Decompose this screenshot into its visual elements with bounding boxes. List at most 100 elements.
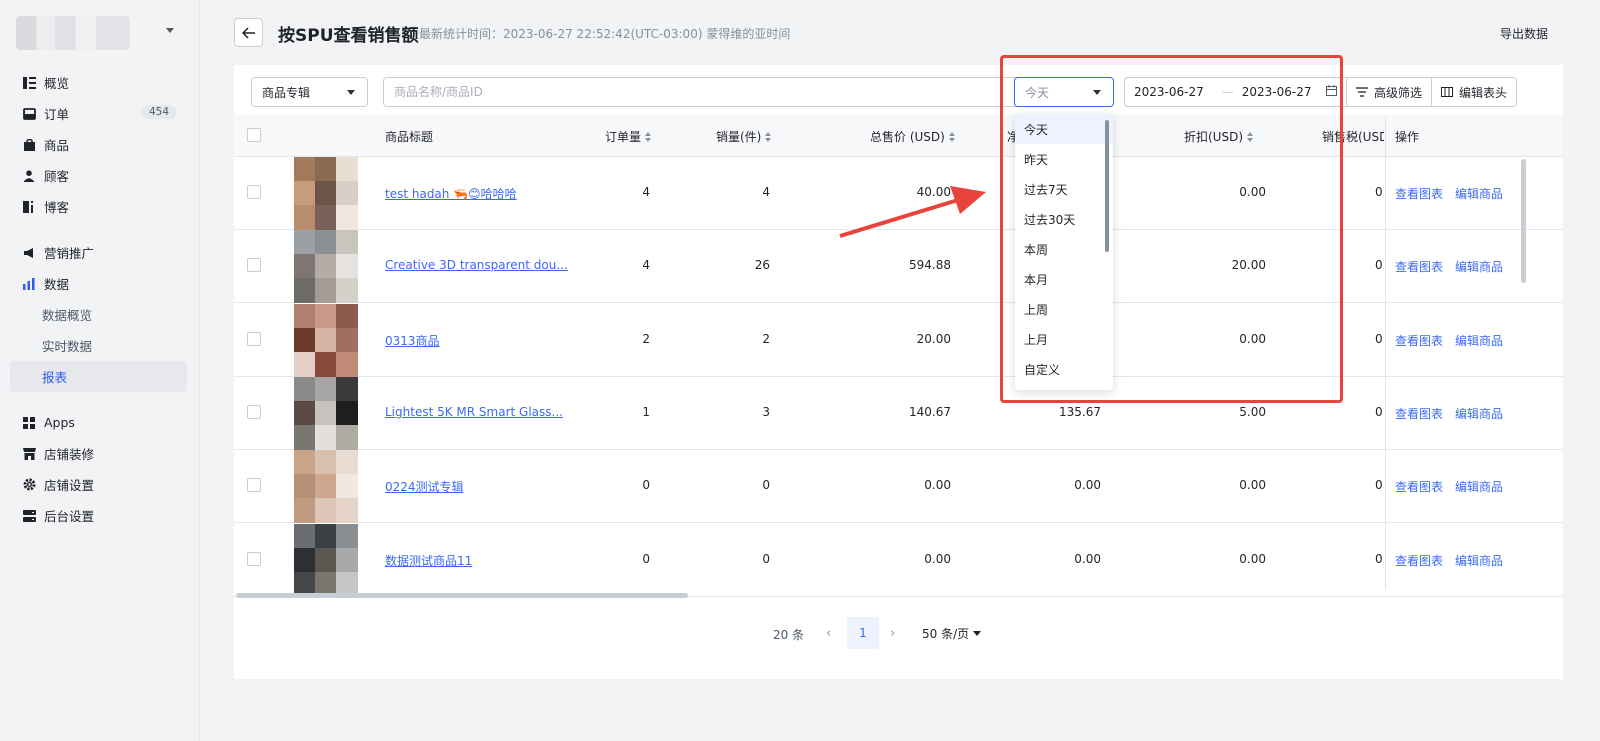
product-title-link[interactable]: 0313商品	[385, 332, 440, 349]
store-switcher[interactable]	[16, 16, 186, 50]
chevron-left-icon[interactable]: ‹	[826, 626, 831, 641]
total-cell: 20.00	[916, 331, 951, 346]
sidebar-item-realtime[interactable]: 实时数据	[10, 330, 187, 361]
sidebar-item-apps[interactable]: Apps	[10, 407, 187, 438]
column-total[interactable]: 总售价 (USD)	[870, 128, 955, 145]
total-cell: 0.00	[924, 551, 951, 566]
product-title-link[interactable]: 数据测试商品11	[385, 552, 472, 569]
orders-cell: 1	[642, 404, 650, 419]
units-cell: 4	[762, 185, 770, 199]
product-thumbnail	[294, 157, 358, 230]
view-chart-link[interactable]: 查看图表	[1395, 405, 1443, 422]
product-title-link[interactable]: 0224测试专辑	[385, 478, 464, 495]
sidebar-item-store-decor[interactable]: 店铺装修	[10, 438, 187, 469]
back-button[interactable]	[234, 18, 263, 47]
sidebar-item-label: 店铺装修	[44, 447, 95, 462]
horizontal-scrollbar[interactable]	[234, 590, 1563, 600]
annotation-highlight-box	[1000, 55, 1343, 403]
tax-cell: 0	[1375, 478, 1383, 493]
sidebar-item-label: 实时数据	[42, 339, 93, 354]
search-input[interactable]	[383, 77, 1025, 107]
product-thumbnail	[294, 376, 358, 450]
edit-product-link[interactable]: 编辑商品	[1455, 332, 1503, 349]
row-checkbox[interactable]	[247, 258, 261, 273]
product-thumbnail	[294, 303, 358, 377]
edit-product-link[interactable]: 编辑商品	[1455, 258, 1503, 275]
apps-icon	[22, 416, 36, 430]
units-cell: 0	[762, 478, 770, 493]
sidebar-item-label: 商品	[44, 138, 70, 153]
store-decor-icon	[22, 447, 36, 461]
sidebar-item-admin-settings[interactable]: 后台设置	[10, 500, 187, 531]
edit-header-label: 编辑表头	[1459, 85, 1508, 100]
edit-header-button[interactable]: 编辑表头	[1431, 77, 1517, 107]
vertical-scrollbar[interactable]	[1521, 159, 1526, 283]
chevron-right-icon[interactable]: ›	[890, 626, 895, 641]
sidebar-item-overview[interactable]: 概览	[10, 67, 187, 98]
column-units[interactable]: 销量(件)	[716, 128, 772, 145]
product-title-link[interactable]: test hadah 🦐😊哈哈哈	[385, 185, 517, 202]
page-size-select[interactable]: 50 条/页	[922, 625, 982, 642]
edit-product-link[interactable]: 编辑商品	[1455, 185, 1503, 202]
column-label: 订单量	[605, 130, 642, 144]
columns-icon	[1441, 87, 1453, 97]
sidebar-item-customers[interactable]: 顾客	[10, 160, 187, 191]
edit-product-link[interactable]: 编辑商品	[1455, 405, 1503, 422]
column-orders[interactable]: 订单量	[605, 128, 652, 145]
row-checkbox[interactable]	[247, 331, 261, 346]
table-row: Lightest 5K MR Smart Glass... 1 3 140.67…	[234, 376, 1563, 450]
row-checkbox[interactable]	[247, 551, 261, 566]
net-cell: 135.67	[1059, 404, 1101, 419]
order-icon	[22, 107, 36, 121]
units-cell: 26	[754, 258, 770, 273]
export-data-button[interactable]: 导出数据	[1500, 25, 1548, 42]
store-logo-blurred	[16, 16, 130, 50]
column-label: 总售价 (USD)	[870, 130, 945, 144]
view-chart-link[interactable]: 查看图表	[1395, 332, 1443, 349]
select-all-checkbox[interactable]	[247, 128, 261, 142]
sidebar-item-label: Apps	[44, 415, 75, 430]
sidebar-item-store-settings[interactable]: 店铺设置	[10, 469, 187, 500]
advanced-filter-label: 高级筛选	[1374, 85, 1423, 100]
view-chart-link[interactable]: 查看图表	[1395, 258, 1443, 275]
sidebar-item-label: 数据	[44, 277, 70, 292]
collection-select[interactable]: 商品专辑	[251, 77, 368, 107]
row-checkbox[interactable]	[247, 185, 261, 199]
row-checkbox[interactable]	[247, 478, 261, 493]
sidebar-item-orders[interactable]: 订单 454	[10, 98, 187, 129]
units-cell: 0	[762, 551, 770, 566]
filter-icon	[1356, 87, 1368, 97]
column-label: 操作	[1395, 130, 1420, 144]
admin-icon	[22, 509, 36, 523]
edit-product-link[interactable]: 编辑商品	[1455, 478, 1503, 495]
product-title-link[interactable]: Lightest 5K MR Smart Glass...	[385, 405, 563, 419]
sidebar-item-label: 报表	[42, 370, 68, 385]
orders-cell: 0	[642, 551, 650, 566]
pagination: 20 条 ‹ 1 › 50 条/页	[234, 617, 1563, 649]
sidebar-item-data-overview[interactable]: 数据概览	[10, 299, 187, 330]
sidebar-item-data[interactable]: 数据	[10, 268, 187, 299]
sort-icon	[765, 131, 772, 142]
sidebar-item-marketing[interactable]: 营销推广	[10, 237, 187, 268]
view-chart-link[interactable]: 查看图表	[1395, 478, 1443, 495]
edit-product-link[interactable]: 编辑商品	[1455, 552, 1503, 569]
advanced-filter-button[interactable]: 高级筛选	[1346, 77, 1432, 107]
collection-select-value: 商品专辑	[262, 85, 311, 100]
product-thumbnail	[294, 523, 358, 597]
horizontal-scrollbar-thumb[interactable]	[236, 593, 688, 598]
product-thumbnail	[294, 450, 358, 524]
sidebar-item-products[interactable]: 商品	[10, 129, 187, 160]
product-title-link[interactable]: Creative 3D transparent dou...	[385, 258, 568, 272]
view-chart-link[interactable]: 查看图表	[1395, 552, 1443, 569]
page-title: 按SPU查看销售额	[278, 26, 419, 46]
view-chart-link[interactable]: 查看图表	[1395, 185, 1443, 202]
sidebar-item-blog[interactable]: 博客	[10, 191, 187, 222]
discount-cell: 5.00	[1239, 404, 1266, 419]
table-row: Creative 3D transparent dou... 4 26 594.…	[234, 230, 1563, 304]
row-checkbox[interactable]	[247, 404, 261, 419]
table-row: 0224测试专辑 0 0 0.00 0.00 0.00 0 查看图表 编辑商品	[234, 450, 1563, 524]
sidebar-item-reports[interactable]: 报表	[10, 361, 187, 392]
product-thumbnail	[294, 230, 358, 304]
page-button-current[interactable]: 1	[847, 617, 879, 649]
blog-icon	[22, 200, 36, 214]
